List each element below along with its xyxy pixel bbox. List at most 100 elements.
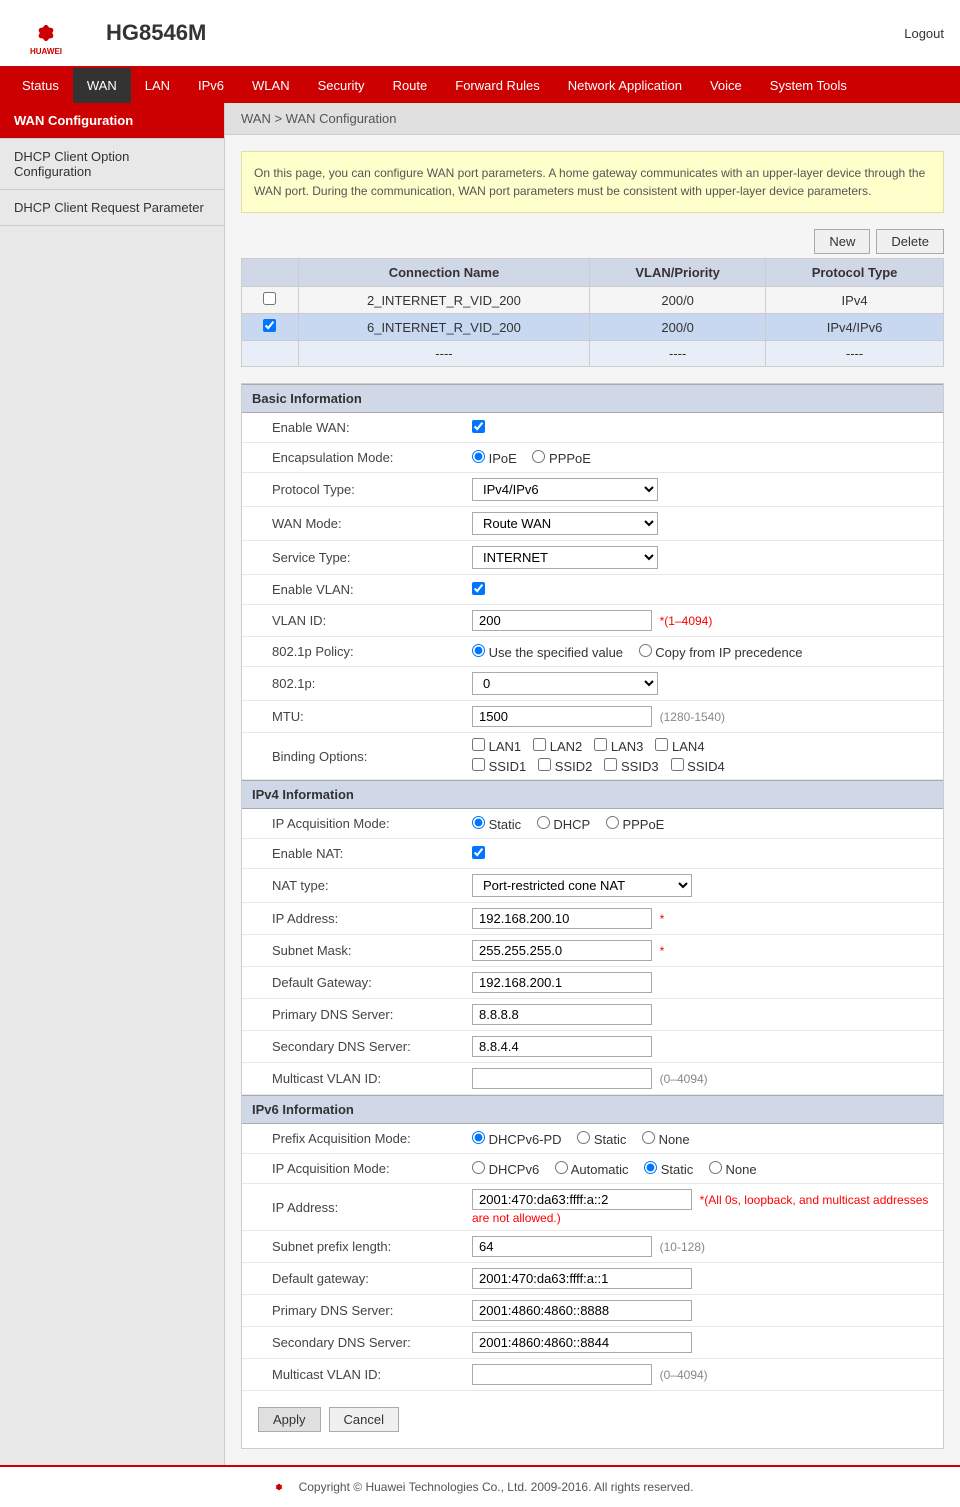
vlan-id-row: VLAN ID: *(1–4094) (242, 605, 943, 637)
table-row-placeholder: ---- ---- ---- (242, 341, 944, 367)
huawei-logo: HUAWEI (16, 8, 76, 58)
sidebar-item-wan-config[interactable]: WAN Configuration (0, 103, 224, 139)
lan1-checkbox[interactable] (472, 738, 485, 751)
lan2-checkbox[interactable] (533, 738, 546, 751)
row1-checkbox[interactable] (263, 292, 276, 305)
copy-ip-precedence-radio[interactable] (639, 644, 652, 657)
dhcpv6-radio[interactable] (472, 1161, 485, 1174)
enable-wan-checkbox[interactable] (472, 420, 485, 433)
dhcp-radio[interactable] (537, 816, 550, 829)
delete-button[interactable]: Delete (876, 229, 944, 254)
mtu-input[interactable] (472, 706, 652, 727)
service-type-label: Service Type: (242, 541, 462, 575)
default-gateway-input[interactable] (472, 972, 652, 993)
placeholder-check (242, 341, 299, 367)
nav-voice[interactable]: Voice (696, 68, 756, 103)
ipv6-multicast-vlan-input[interactable] (472, 1364, 652, 1385)
prefix-none-radio[interactable] (642, 1131, 655, 1144)
main-layout: WAN Configuration DHCP Client Option Con… (0, 103, 960, 1465)
service-type-select[interactable]: INTERNET TR069 VOIP OTHER (472, 546, 658, 569)
lan3-checkbox[interactable] (594, 738, 607, 751)
specified-value-radio[interactable] (472, 644, 485, 657)
802-1p-select[interactable]: 0123 4567 (472, 672, 658, 695)
col-connection-name: Connection Name (298, 259, 590, 287)
static-radio[interactable] (472, 816, 485, 829)
protocol-type-label: Protocol Type: (242, 473, 462, 507)
ipv6-secondary-dns-input[interactable] (472, 1332, 692, 1353)
ssid3-checkbox[interactable] (604, 758, 617, 771)
ipv6-default-gw-input[interactable] (472, 1268, 692, 1289)
col-protocol-type: Protocol Type (766, 259, 944, 287)
encapsulation-mode-row: Encapsulation Mode: IPoE PPPoE (242, 443, 943, 473)
ipv4-multicast-vlan-input[interactable] (472, 1068, 652, 1089)
cancel-button[interactable]: Cancel (329, 1407, 399, 1432)
ssid1-checkbox[interactable] (472, 758, 485, 771)
nav-route[interactable]: Route (379, 68, 442, 103)
nav-lan[interactable]: LAN (131, 68, 184, 103)
nav-network-application[interactable]: Network Application (554, 68, 696, 103)
ipv4-address-input[interactable] (472, 908, 652, 929)
ipv6-none-radio[interactable] (709, 1161, 722, 1174)
dhcp-radio-label: DHCP (537, 817, 590, 832)
pppoe-acq-radio[interactable] (606, 816, 619, 829)
802-1p-row: 802.1p: 0123 4567 (242, 667, 943, 701)
ssid4-checkbox[interactable] (671, 758, 684, 771)
sidebar-item-dhcp-option[interactable]: DHCP Client Option Configuration (0, 139, 224, 190)
table-row: 6_INTERNET_R_VID_200 200/0 IPv4/IPv6 (242, 314, 944, 341)
vlan-id-input[interactable] (472, 610, 652, 631)
ipv4-info-table: IP Acquisition Mode: Static DHCP PPPoE E… (242, 809, 943, 1095)
ipv6-secondary-dns-label: Secondary DNS Server: (242, 1327, 462, 1359)
enable-vlan-label: Enable VLAN: (242, 575, 462, 605)
nav-ipv6[interactable]: IPv6 (184, 68, 238, 103)
nav-forward-rules[interactable]: Forward Rules (441, 68, 554, 103)
protocol-type-select[interactable]: IPv4/IPv6 IPv4 IPv6 (472, 478, 658, 501)
prefix-acq-mode-row: Prefix Acquisition Mode: DHCPv6-PD Stati… (242, 1124, 943, 1154)
enable-nat-checkbox[interactable] (472, 846, 485, 859)
placeholder-proto: ---- (766, 341, 944, 367)
subnet-prefix-input[interactable] (472, 1236, 652, 1257)
sidebar-item-dhcp-request[interactable]: DHCP Client Request Parameter (0, 190, 224, 226)
lan4-checkbox[interactable] (655, 738, 668, 751)
new-button[interactable]: New (814, 229, 870, 254)
ipv4-address-hint: * (660, 912, 665, 926)
policy-802-1p-row: 802.1p Policy: Use the specified value C… (242, 637, 943, 667)
row2-checkbox[interactable] (263, 319, 276, 332)
sidebar: WAN Configuration DHCP Client Option Con… (0, 103, 225, 1465)
nav-wlan[interactable]: WLAN (238, 68, 304, 103)
primary-dns-input[interactable] (472, 1004, 652, 1025)
nav-system-tools[interactable]: System Tools (756, 68, 861, 103)
nav-status[interactable]: Status (8, 68, 73, 103)
ipv4-multicast-vlan-row: Multicast VLAN ID: (0–4094) (242, 1063, 943, 1095)
default-gateway-row: Default Gateway: (242, 967, 943, 999)
ipoe-radio[interactable] (472, 450, 485, 463)
mtu-label: MTU: (242, 701, 462, 733)
lan2-label: LAN2 (533, 738, 582, 754)
enable-vlan-checkbox[interactable] (472, 582, 485, 595)
logout-button[interactable]: Logout (904, 26, 944, 41)
col-checkbox (242, 259, 299, 287)
ssid2-checkbox[interactable] (538, 758, 551, 771)
pppoe-radio[interactable] (532, 450, 545, 463)
ipv6-primary-dns-input[interactable] (472, 1300, 692, 1321)
lan1-label: LAN1 (472, 738, 521, 754)
dhcpv6-pd-radio[interactable] (472, 1131, 485, 1144)
prefix-static-radio[interactable] (577, 1131, 590, 1144)
ssid1-label: SSID1 (472, 758, 526, 774)
subnet-mask-label: Subnet Mask: (242, 935, 462, 967)
ipv6-info-table: Prefix Acquisition Mode: DHCPv6-PD Stati… (242, 1124, 943, 1391)
secondary-dns-input[interactable] (472, 1036, 652, 1057)
nat-type-select[interactable]: Port-restricted cone NAT Full cone NAT A… (472, 874, 692, 897)
apply-button[interactable]: Apply (258, 1407, 321, 1432)
wan-mode-label: WAN Mode: (242, 507, 462, 541)
nav-wan[interactable]: WAN (73, 68, 131, 103)
default-gateway-label: Default Gateway: (242, 967, 462, 999)
ssid-binding-row: SSID1 SSID2 SSID3 SSID4 (472, 758, 933, 774)
wan-mode-select[interactable]: Route WAN Bridge WAN (472, 512, 658, 535)
nav-security[interactable]: Security (304, 68, 379, 103)
subnet-mask-input[interactable] (472, 940, 652, 961)
ipv4-acq-mode-label: IP Acquisition Mode: (242, 809, 462, 839)
automatic-radio[interactable] (555, 1161, 568, 1174)
ipv6-address-input[interactable] (472, 1189, 692, 1210)
subnet-prefix-hint: (10-128) (660, 1240, 705, 1254)
ipv6-static-radio[interactable] (644, 1161, 657, 1174)
